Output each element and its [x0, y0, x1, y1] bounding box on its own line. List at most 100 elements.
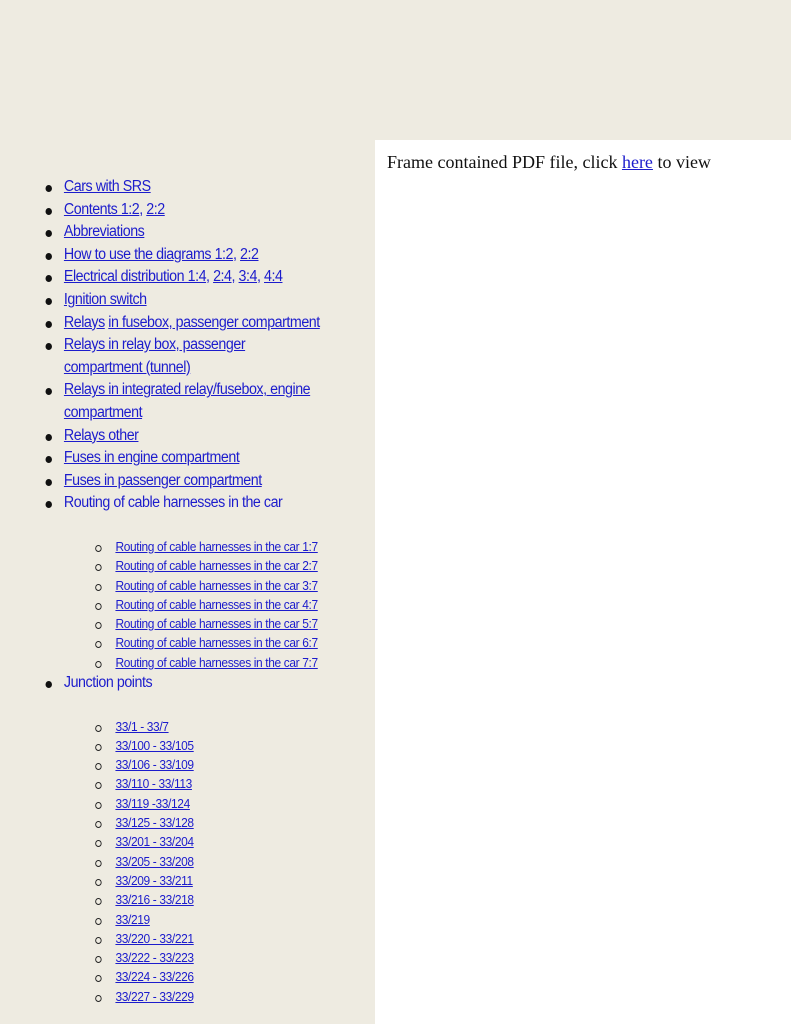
routing-item: Routing of cable harnesses in the car 3:…	[92, 576, 326, 595]
nav-item-junction-points: Junction points 33/1 - 33/7 33/100 - 33/…	[40, 672, 325, 1006]
link-relays-other[interactable]: Relays other	[64, 427, 139, 444]
link-routing-5-7[interactable]: Routing of cable harnesses in the car 5:…	[115, 616, 318, 631]
nav-item-ignition-switch: Ignition switch	[40, 289, 325, 312]
nav-list: Cars with SRS Contents 1:2, 2:2 Abbrevia…	[40, 176, 325, 1006]
nav-item-relays-fusebox: Relays in fusebox, passenger compartment	[40, 312, 325, 335]
link-junction-range[interactable]: 33/209 - 33/211	[115, 873, 193, 888]
circle-bullet-icon	[95, 743, 102, 751]
link-routing-3-7[interactable]: Routing of cable harnesses in the car 3:…	[115, 578, 318, 593]
bullet-icon	[45, 456, 52, 464]
bullet-icon	[45, 252, 52, 260]
circle-bullet-icon	[95, 544, 102, 552]
bullet-icon	[45, 297, 52, 305]
link-junction-range[interactable]: 33/201 - 33/204	[115, 834, 194, 849]
bullet-icon	[45, 433, 52, 441]
junction-item: 33/222 - 33/223	[92, 948, 326, 967]
circle-bullet-icon	[95, 956, 102, 964]
junction-item: 33/227 - 33/229	[92, 987, 326, 1006]
junction-item: 33/125 - 33/128	[92, 813, 326, 832]
routing-item: Routing of cable harnesses in the car 5:…	[92, 614, 326, 633]
view-pdf-link[interactable]: here	[622, 152, 653, 172]
junction-item: 33/106 - 33/109	[92, 755, 326, 774]
link-routing-4-7[interactable]: Routing of cable harnesses in the car 4:…	[115, 597, 318, 612]
link-junction-range[interactable]: 33/205 - 33/208	[115, 854, 194, 869]
junction-item: 33/100 - 33/105	[92, 736, 326, 755]
routing-item: Routing of cable harnesses in the car 6:…	[92, 633, 326, 652]
routing-heading: Routing of cable harnesses in the car	[63, 494, 283, 512]
circle-bullet-icon	[95, 660, 102, 668]
link-electrical-distribution-3-4[interactable]: 3:4	[239, 268, 258, 285]
link-abbreviations[interactable]: Abbreviations	[64, 223, 145, 240]
bullet-icon	[45, 185, 52, 192]
link-electrical-distribution-4-4[interactable]: 4:4	[264, 268, 283, 285]
nav-item-routing: Routing of cable harnesses in the car Ro…	[40, 492, 325, 672]
nav-item-cars-with-srs: Cars with SRS	[40, 176, 325, 199]
junction-item: 33/119 -33/124	[92, 794, 326, 813]
link-routing-6-7[interactable]: Routing of cable harnesses in the car 6:…	[115, 635, 318, 650]
junction-item: 33/216 - 33/218	[92, 890, 326, 909]
junction-item: 33/205 - 33/208	[92, 852, 326, 871]
pdf-frame-message: Frame contained PDF file, click here to …	[387, 152, 711, 173]
nav-item-fuses-engine: Fuses in engine compartment	[40, 447, 325, 470]
link-junction-range[interactable]: 33/220 - 33/221	[115, 931, 194, 946]
link-routing-2-7[interactable]: Routing of cable harnesses in the car 2:…	[115, 558, 318, 573]
routing-item: Routing of cable harnesses in the car 2:…	[92, 556, 326, 575]
circle-bullet-icon	[95, 840, 102, 848]
circle-bullet-icon	[95, 801, 102, 809]
circle-bullet-icon	[95, 936, 102, 944]
link-junction-range[interactable]: 33/100 - 33/105	[115, 738, 194, 753]
link-junction-range[interactable]: 33/110 - 33/113	[115, 776, 192, 791]
link-ignition-switch[interactable]: Ignition switch	[64, 291, 147, 308]
bullet-icon	[45, 501, 52, 509]
circle-bullet-icon	[95, 763, 102, 771]
junction-item: 33/201 - 33/204	[92, 832, 326, 851]
circle-bullet-icon	[95, 878, 102, 886]
page: Cars with SRS Contents 1:2, 2:2 Abbrevia…	[0, 0, 791, 1024]
link-junction-range[interactable]: 33/119 -33/124	[115, 796, 190, 811]
link-contents-1-2[interactable]: Contents 1:2	[64, 201, 140, 218]
navigation-frame: Cars with SRS Contents 1:2, 2:2 Abbrevia…	[0, 140, 375, 1024]
link-junction-range[interactable]: 33/219	[115, 912, 150, 927]
bullet-icon	[45, 680, 52, 688]
nav-item-how-to-use: How to use the diagrams 1:2, 2:2	[40, 244, 325, 267]
link-fuses-engine[interactable]: Fuses in engine compartment	[64, 449, 240, 466]
link-relays-relay-box-tunnel[interactable]: Relays in relay box, passenger compartme…	[64, 336, 246, 376]
link-relays-fusebox-passenger[interactable]: in fusebox, passenger compartment	[108, 314, 320, 331]
link-relays[interactable]: Relays	[64, 314, 105, 331]
link-junction-range[interactable]: 33/106 - 33/109	[115, 757, 194, 772]
link-junction-range[interactable]: 33/227 - 33/229	[115, 989, 194, 1004]
link-routing-1-7[interactable]: Routing of cable harnesses in the car 1:…	[115, 539, 318, 554]
routing-sublist: Routing of cable harnesses in the car 1:…	[92, 537, 326, 672]
link-junction-range[interactable]: 33/222 - 33/223	[115, 950, 194, 965]
separator: ,	[231, 268, 239, 286]
link-how-to-use-1-2[interactable]: How to use the diagrams 1:2	[64, 246, 234, 263]
circle-bullet-icon	[95, 641, 102, 649]
bullet-icon	[45, 478, 52, 486]
bullet-icon	[45, 388, 52, 396]
circle-bullet-icon	[95, 975, 102, 983]
bullet-icon	[45, 230, 52, 238]
link-junction-range[interactable]: 33/125 - 33/128	[115, 815, 194, 830]
link-routing-7-7[interactable]: Routing of cable harnesses in the car 7:…	[115, 655, 318, 670]
junction-item: 33/209 - 33/211	[92, 871, 326, 890]
separator: ,	[139, 200, 147, 218]
link-junction-range[interactable]: 33/224 - 33/226	[115, 969, 194, 984]
link-cars-with-srs[interactable]: Cars with SRS	[64, 178, 151, 195]
junction-item: 33/220 - 33/221	[92, 929, 326, 948]
circle-bullet-icon	[95, 602, 102, 610]
link-contents-2-2[interactable]: 2:2	[146, 201, 165, 218]
junction-item: 33/219	[92, 910, 326, 929]
routing-item: Routing of cable harnesses in the car 1:…	[92, 537, 326, 556]
nav-item-relays-other: Relays other	[40, 425, 325, 448]
circle-bullet-icon	[95, 917, 102, 925]
link-how-to-use-2-2[interactable]: 2:2	[240, 246, 259, 263]
link-junction-range[interactable]: 33/1 - 33/7	[115, 719, 169, 734]
link-fuses-passenger[interactable]: Fuses in passenger compartment	[64, 472, 262, 489]
link-junction-range[interactable]: 33/216 - 33/218	[115, 892, 194, 907]
bullet-icon	[45, 320, 52, 328]
link-relays-integrated-engine[interactable]: Relays in integrated relay/fusebox, engi…	[64, 381, 311, 421]
content-frame: Frame contained PDF file, click here to …	[375, 140, 791, 1024]
link-electrical-distribution-1-4[interactable]: Electrical distribution 1:4	[64, 268, 207, 285]
bullet-icon	[45, 275, 52, 283]
link-electrical-distribution-2-4[interactable]: 2:4	[213, 268, 232, 285]
